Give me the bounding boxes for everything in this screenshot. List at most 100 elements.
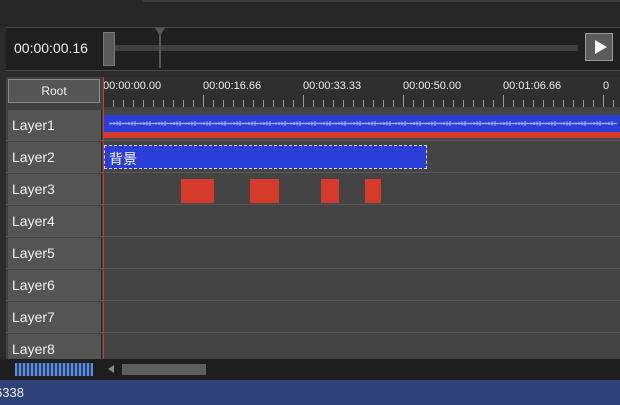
ruler-tick	[443, 100, 444, 107]
playback-slider-track[interactable]	[110, 45, 578, 51]
ruler-label: 00:00:16.66	[203, 80, 262, 92]
audio-clip[interactable]	[365, 179, 381, 203]
ruler-tick	[543, 100, 544, 107]
ruler-tick	[263, 100, 264, 107]
status-text: 6338	[0, 385, 24, 400]
layer-track[interactable]	[103, 270, 620, 300]
play-button[interactable]	[585, 33, 613, 61]
ruler-tick	[613, 100, 614, 107]
ruler-tick	[243, 100, 244, 107]
ruler-tick	[353, 100, 354, 107]
ruler-tick	[363, 100, 364, 107]
ruler-tick	[563, 100, 564, 107]
layer-row: Layer3	[6, 174, 620, 205]
ruler-label: 00:00:33.33	[303, 80, 362, 92]
transport-bar: 00:00:00.16	[6, 27, 620, 71]
ruler-tick	[463, 100, 464, 107]
ruler-tick	[473, 100, 474, 107]
ruler-tick	[493, 100, 494, 107]
time-ruler[interactable]: 00:00:00.00 00:00:16.66 00:00:33.33 00:0…	[103, 77, 620, 107]
layer-track[interactable]	[103, 238, 620, 268]
ruler-tick	[163, 100, 164, 107]
ruler-tick	[503, 95, 504, 107]
layer-label[interactable]: Layer6	[8, 270, 102, 300]
range-start-handle[interactable]	[103, 32, 115, 66]
scroll-left-icon[interactable]	[108, 365, 114, 373]
ruler-tick	[553, 100, 554, 107]
layer-track[interactable]	[103, 174, 620, 204]
layer-row: Layer6	[6, 270, 620, 301]
current-time-label: 00:00:00.16	[14, 40, 88, 56]
ruler-tick	[393, 100, 394, 107]
layer-label[interactable]: Layer1	[8, 110, 102, 140]
layer-row: Layer8	[6, 334, 620, 359]
status-bar: 6338	[0, 380, 620, 405]
ruler-tick	[433, 100, 434, 107]
audio-clip[interactable]	[181, 179, 214, 203]
playhead-line[interactable]	[103, 77, 104, 359]
layer-label[interactable]: Layer2	[8, 142, 102, 172]
ruler-tick	[423, 100, 424, 107]
layer-row: Layer2 背景	[6, 142, 620, 173]
audio-clip[interactable]	[321, 179, 339, 203]
layer-track[interactable]	[103, 302, 620, 332]
layer-row: Layer7	[6, 302, 620, 333]
layer-label[interactable]: Layer7	[8, 302, 102, 332]
image-clip[interactable]: 背景	[104, 145, 427, 169]
layer-track[interactable]	[103, 334, 620, 359]
ruler-tick	[183, 100, 184, 107]
root-button[interactable]: Root	[8, 79, 100, 103]
horizontal-scrollbar[interactable]	[0, 359, 620, 380]
top-strip	[0, 0, 620, 27]
ruler-tick	[223, 100, 224, 107]
playback-position-handle[interactable]	[155, 28, 165, 68]
ruler-tick	[273, 100, 274, 107]
layer-track[interactable]	[103, 110, 620, 140]
clip-label: 背景	[109, 152, 137, 168]
ruler-tick	[233, 100, 234, 107]
ruler-tick	[213, 100, 214, 107]
layer-label[interactable]: Layer5	[8, 238, 102, 268]
ruler-tick	[293, 100, 294, 107]
ruler-tick	[133, 100, 134, 107]
layer-label[interactable]: Layer3	[8, 174, 102, 204]
ruler-tick	[143, 100, 144, 107]
layer-row: Layer5	[6, 238, 620, 269]
layer-label[interactable]: Layer8	[8, 334, 102, 359]
ruler-tick	[453, 100, 454, 107]
ruler-label: 00:00:00.00	[103, 80, 162, 92]
ruler-tick	[383, 100, 384, 107]
ruler-tick	[123, 100, 124, 107]
audio-clip-waveform[interactable]	[103, 110, 620, 140]
play-icon	[595, 40, 607, 54]
ruler-label: 0	[603, 80, 610, 92]
ruler-tick	[413, 100, 414, 107]
ruler-tick	[373, 100, 374, 107]
ruler-tick	[533, 100, 534, 107]
ruler-label: 00:00:50.00	[403, 80, 462, 92]
ruler-tick	[523, 100, 524, 107]
audio-clip[interactable]	[250, 179, 279, 203]
ruler-tick	[153, 100, 154, 107]
ruler-tick	[203, 95, 204, 107]
layer-row: Layer4	[6, 206, 620, 237]
layer-track[interactable]	[103, 206, 620, 236]
ruler-tick	[483, 100, 484, 107]
ruler-tick	[173, 100, 174, 107]
ruler-tick	[313, 100, 314, 107]
ruler-tick	[283, 100, 284, 107]
ruler-tick	[603, 95, 604, 107]
ruler-tick	[303, 95, 304, 107]
ruler-tick	[333, 100, 334, 107]
ruler-tick	[593, 100, 594, 107]
timeline-overview[interactable]	[15, 363, 93, 376]
layer-label[interactable]: Layer4	[8, 206, 102, 236]
ruler-tick	[513, 100, 514, 107]
ruler-tick	[403, 95, 404, 107]
scroll-thumb[interactable]	[122, 364, 206, 375]
ruler-tick	[113, 100, 114, 107]
ruler-tick	[253, 100, 254, 107]
layer-track[interactable]: 背景	[103, 142, 620, 172]
ruler-tick	[323, 100, 324, 107]
ruler-tick	[193, 100, 194, 107]
